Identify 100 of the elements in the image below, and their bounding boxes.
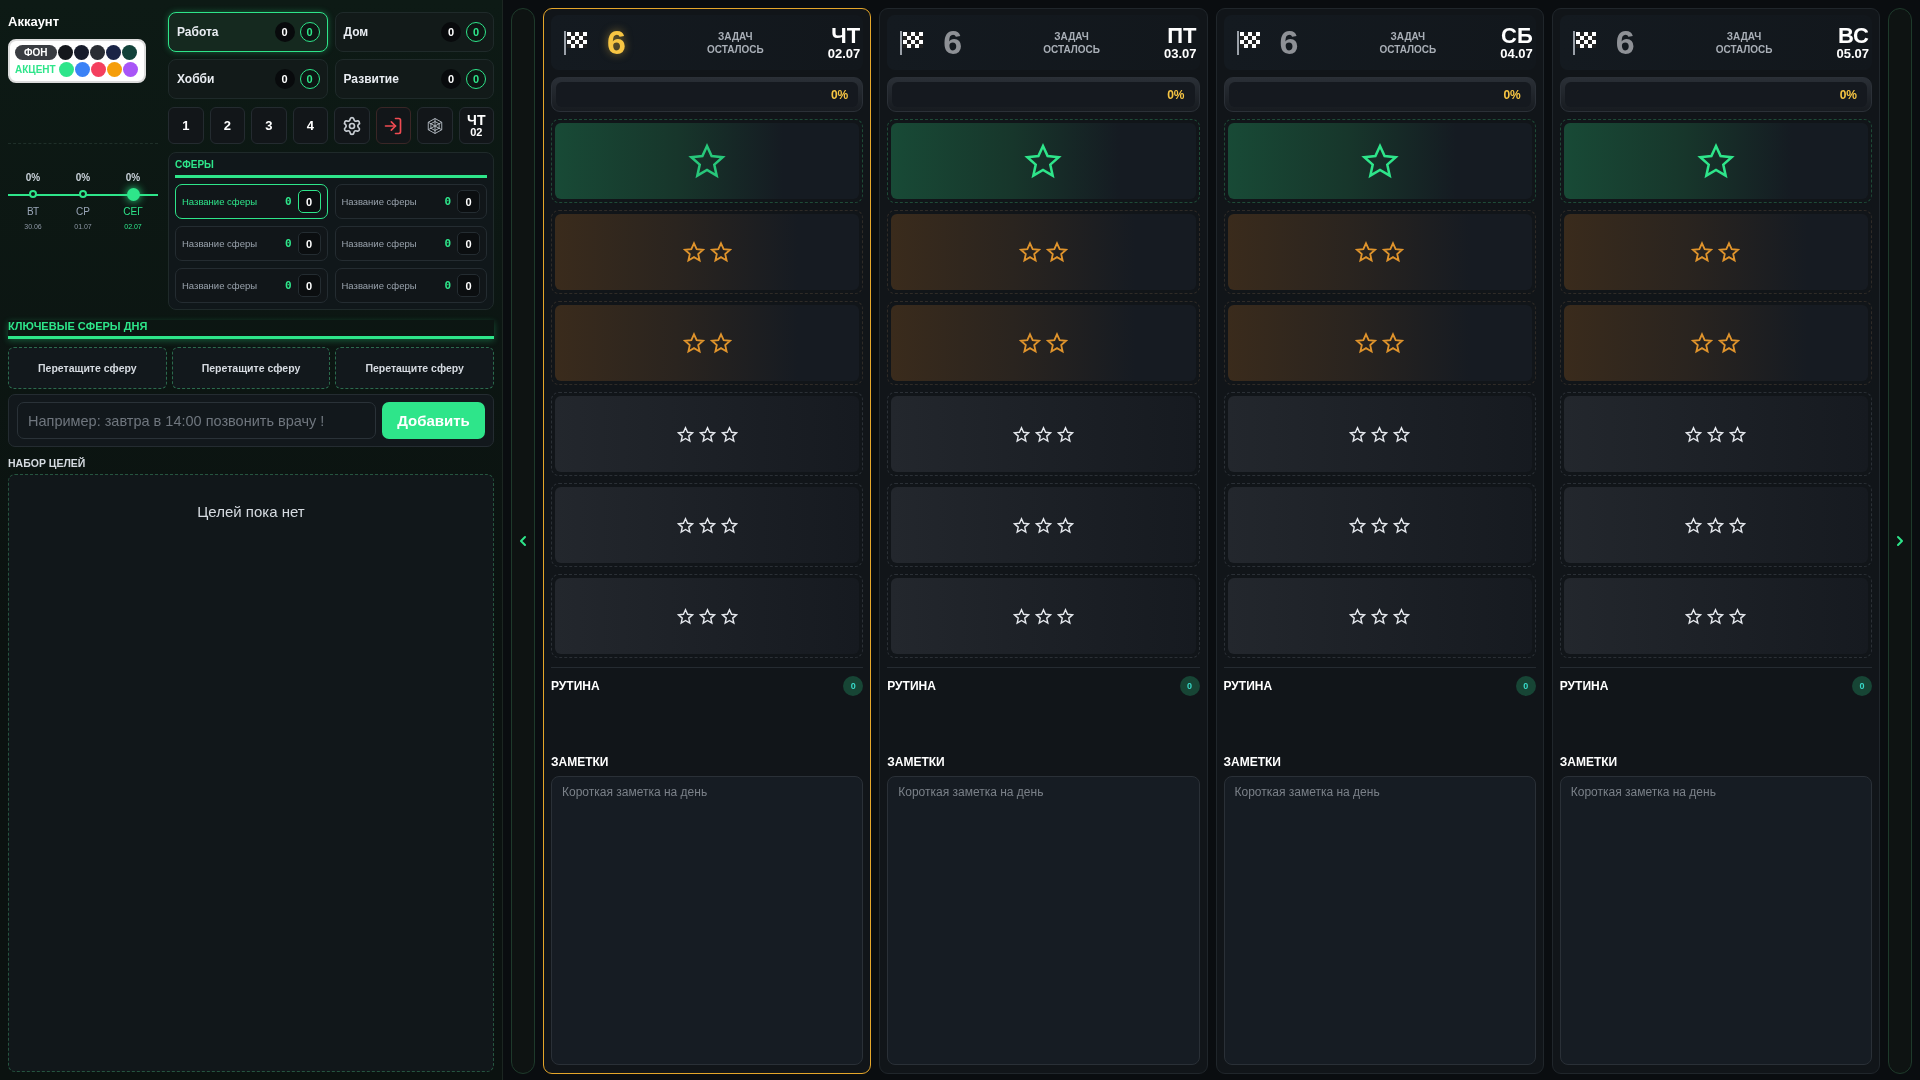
notes-field[interactable]: Короткая заметка на день: [887, 776, 1200, 1065]
task-slot[interactable]: [551, 210, 864, 294]
task-slot[interactable]: [1223, 119, 1536, 203]
done-count: 0: [299, 22, 320, 42]
task-slot[interactable]: [887, 210, 1200, 294]
notes-field[interactable]: Короткая заметка на день: [1559, 776, 1872, 1065]
star-icon: [1393, 425, 1411, 443]
star-icon: [1718, 332, 1741, 354]
star-icon: [1691, 241, 1714, 263]
next-button[interactable]: [1888, 8, 1912, 1074]
sphere-name: Название сферы: [182, 238, 259, 249]
checkered-flag-icon: [563, 29, 589, 56]
task-slot[interactable]: [887, 301, 1200, 385]
sphere-score: 0: [444, 237, 451, 250]
task-slot[interactable]: [1223, 483, 1536, 567]
tasks-remaining-count: 6: [943, 23, 964, 62]
task-slot[interactable]: [1559, 392, 1872, 476]
today-button[interactable]: ЧТ 02: [458, 107, 494, 144]
task-slot[interactable]: [551, 119, 864, 203]
task-slot[interactable]: [887, 119, 1200, 203]
number-button[interactable]: 3: [251, 107, 287, 144]
notes-field[interactable]: Короткая заметка на день: [1223, 776, 1536, 1065]
timeline-dot[interactable]: [126, 187, 140, 201]
sphere-drop-zone[interactable]: Перетащите сферу: [335, 347, 494, 389]
color-swatch[interactable]: [89, 45, 105, 60]
tasks-remaining-count: 6: [607, 23, 627, 62]
color-swatch[interactable]: [58, 62, 74, 77]
sphere-tile[interactable]: Название сферы 0 0: [175, 268, 328, 303]
task-slot[interactable]: [551, 483, 864, 567]
category-tile[interactable]: Работа 0 0: [168, 12, 328, 52]
star-icon: [1045, 332, 1068, 354]
sphere-drop-zone[interactable]: Перетащите сферу: [8, 347, 167, 389]
sphere-tile[interactable]: Название сферы 0 0: [175, 184, 328, 219]
star-icon: [1685, 425, 1703, 443]
sphere-tile[interactable]: Название сферы 0 0: [334, 268, 487, 303]
task-count: 0: [441, 69, 461, 89]
category-tile[interactable]: Дом 0 0: [334, 12, 494, 52]
star-icon: [1012, 607, 1030, 625]
task-slot[interactable]: [887, 574, 1200, 658]
star-icon: [698, 516, 716, 534]
color-swatch[interactable]: [57, 45, 73, 60]
previous-button[interactable]: [511, 8, 535, 1074]
task-slot[interactable]: [551, 392, 864, 476]
sphere-tile[interactable]: Название сферы 0 0: [334, 184, 487, 219]
timeline-dot[interactable]: [29, 190, 37, 198]
task-slot[interactable]: [887, 392, 1200, 476]
timeline-percent: 0%: [25, 172, 41, 185]
timeline-dot[interactable]: [79, 190, 87, 198]
routine-count: 0: [1515, 676, 1536, 696]
tasks-remaining-label: ЗАДАЧ ОСТАЛОСЬ: [705, 29, 765, 56]
star-icon: [1012, 516, 1030, 534]
goals-empty-text: Целей пока нет: [197, 503, 305, 521]
task-slot[interactable]: [551, 574, 864, 658]
sphere-tile[interactable]: Название сферы 0 0: [334, 226, 487, 261]
task-slot[interactable]: [1223, 301, 1536, 385]
day-date: 03.07: [1163, 47, 1197, 60]
color-swatch[interactable]: [90, 62, 106, 77]
color-swatch[interactable]: [105, 45, 121, 60]
color-swatch[interactable]: [74, 62, 90, 77]
task-slot[interactable]: [1559, 119, 1872, 203]
sphere-name: Название сферы: [341, 238, 418, 249]
routine-count: 0: [1852, 676, 1872, 696]
notes-field[interactable]: Короткая заметка на день: [551, 776, 864, 1065]
settings-button[interactable]: [334, 107, 370, 144]
routine-title: РУТИНА: [551, 679, 600, 693]
task-slot[interactable]: [1559, 301, 1872, 385]
category-tile[interactable]: Хобби 0 0: [168, 59, 328, 99]
routine-count: 0: [843, 676, 864, 696]
day-date: 02.07: [827, 47, 861, 60]
category-tile[interactable]: Развитие 0 0: [334, 59, 494, 99]
star-icon: [720, 425, 738, 443]
task-slot[interactable]: [1559, 210, 1872, 294]
checkered-flag-icon: [1235, 29, 1262, 56]
sphere-score: 0: [444, 279, 451, 292]
color-swatch[interactable]: [121, 45, 137, 60]
color-swatch[interactable]: [73, 45, 89, 60]
task-slot[interactable]: [1223, 392, 1536, 476]
number-button[interactable]: 1: [168, 107, 204, 144]
star-icon: [1034, 425, 1052, 443]
logout-button[interactable]: [375, 107, 411, 144]
timeline-day: ВТ: [26, 206, 40, 217]
task-slot[interactable]: [551, 301, 864, 385]
star-icon: [1382, 241, 1405, 263]
color-swatch[interactable]: [106, 62, 122, 77]
number-button[interactable]: 4: [292, 107, 328, 144]
color-swatch[interactable]: [122, 62, 138, 77]
sphere-tile[interactable]: Название сферы 0 0: [175, 226, 328, 261]
sphere-drop-zone[interactable]: Перетащите сферу: [171, 347, 331, 389]
task-slot[interactable]: [1223, 574, 1536, 658]
task-slot[interactable]: [1559, 574, 1872, 658]
category-name: Работа: [177, 25, 220, 39]
web-button[interactable]: [417, 107, 453, 144]
day-name: ПТ: [1167, 25, 1197, 47]
task-input-field[interactable]: Например: завтра в 14:00 позвонить врачу !: [17, 402, 376, 439]
task-slot[interactable]: [1223, 210, 1536, 294]
task-slot[interactable]: [887, 483, 1200, 567]
task-slot[interactable]: [1559, 483, 1872, 567]
sphere-count: 0: [297, 190, 321, 213]
number-button[interactable]: 2: [209, 107, 245, 144]
timeline-day: СР: [76, 206, 90, 217]
